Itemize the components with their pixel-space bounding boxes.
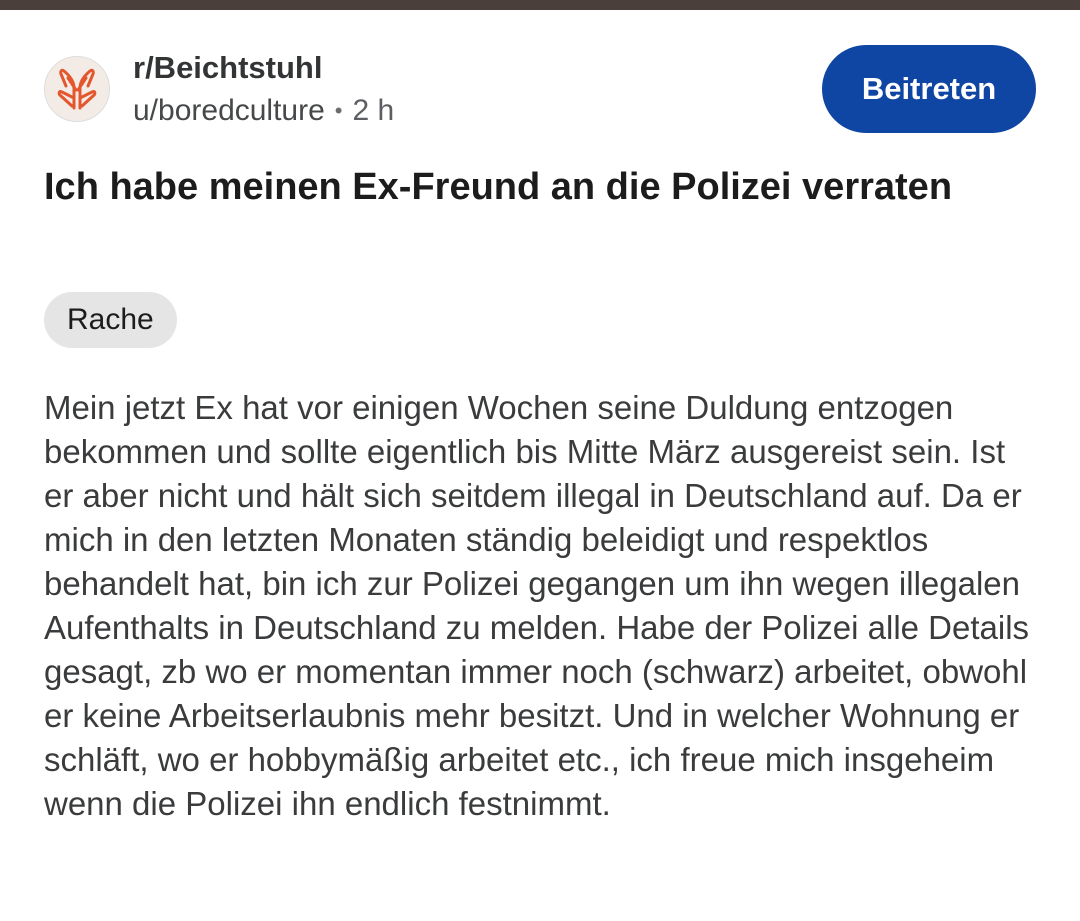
- post-title: Ich habe meinen Ex-Freund an die Polizei…: [44, 166, 953, 208]
- subreddit-name[interactable]: r/Beichtstuhl: [133, 48, 394, 88]
- post-body: Mein jetzt Ex hat vor einigen Wochen sei…: [44, 389, 1030, 822]
- subreddit-avatar[interactable]: [44, 56, 110, 122]
- status-bar-strip: [0, 0, 1080, 10]
- post-header: r/Beichtstuhl u/boredculture • 2 h Beitr…: [44, 45, 1036, 138]
- meta-separator: •: [334, 98, 343, 123]
- post-flair[interactable]: Rache: [44, 292, 177, 348]
- author-username[interactable]: u/boredculture: [133, 92, 325, 130]
- join-button[interactable]: Beitreten: [822, 45, 1036, 133]
- praying-hands-icon: [57, 68, 97, 110]
- post-timestamp: 2 h: [352, 94, 395, 127]
